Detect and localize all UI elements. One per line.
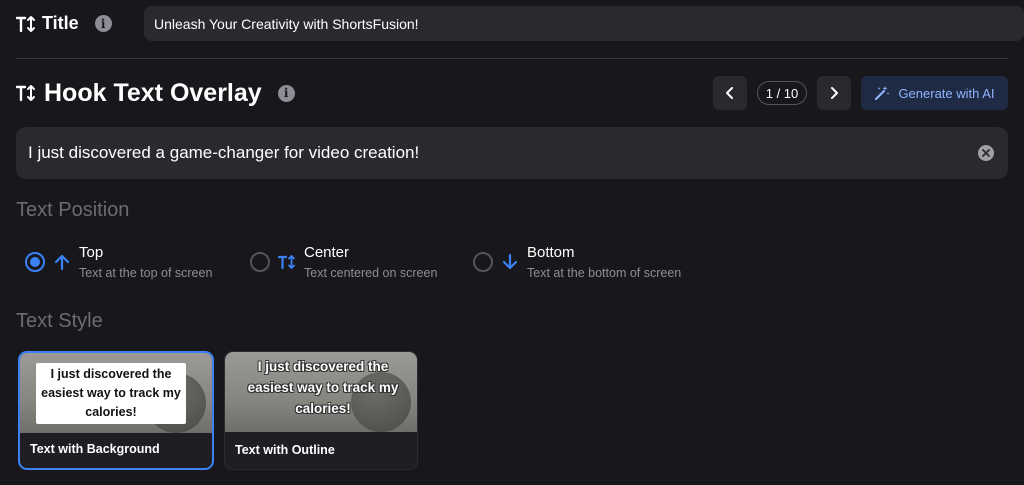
style-card-background[interactable]: I just discovered the easiest way to tra… (18, 351, 214, 470)
radio-top[interactable] (25, 252, 45, 272)
style-preview: I just discovered the easiest way to tra… (225, 352, 417, 432)
radio-bottom[interactable] (473, 252, 493, 272)
text-position-heading: Text Position (16, 199, 130, 221)
arrow-up-icon (54, 254, 70, 271)
position-label: Center (304, 244, 350, 261)
style-caption: Text with Background (30, 442, 160, 456)
info-icon[interactable]: i (94, 15, 112, 32)
style-caption: Text with Outline (235, 443, 335, 457)
position-option-bottom[interactable]: Bottom Text at the bottom of screen (473, 243, 681, 283)
vertical-text-icon (278, 255, 295, 270)
magic-wand-icon (875, 86, 890, 101)
position-description: Text at the top of screen (79, 266, 213, 280)
radio-center[interactable] (250, 252, 270, 272)
clear-icon[interactable] (978, 145, 994, 161)
style-preview: I just discovered the easiest way to tra… (20, 353, 212, 433)
title-label: Title (42, 13, 79, 33)
position-label: Bottom (527, 244, 575, 261)
arrow-down-icon (502, 253, 518, 270)
hook-text-value: I just discovered a game-changer for vid… (28, 143, 420, 162)
chevron-left-icon (726, 87, 733, 99)
pager-indicator: 1 / 10 (757, 81, 807, 105)
page: Title i Unleash Your Creativity with Sho… (0, 0, 1024, 485)
text-style-heading: Text Style (16, 310, 103, 332)
generate-label: Generate with AI (898, 85, 995, 101)
position-description: Text centered on screen (304, 266, 438, 280)
text-height-icon (16, 15, 35, 32)
title-input[interactable]: Unleash Your Creativity with ShortsFusio… (144, 6, 1024, 41)
generate-with-ai-button[interactable]: Generate with AI (861, 76, 1008, 110)
preview-text: I just discovered the easiest way to tra… (36, 363, 186, 424)
title-row: Title i Unleash Your Creativity with Sho… (16, 6, 1024, 41)
preview-text: I just discovered the easiest way to tra… (247, 359, 399, 416)
hook-header: Hook Text Overlay i 1 / 10 Generate with… (16, 75, 1008, 111)
hook-controls: 1 / 10 Generate with AI (713, 75, 1008, 111)
info-icon[interactable]: i (277, 84, 295, 102)
close-icon (982, 149, 990, 157)
position-option-top[interactable]: Top Text at the top of screen (25, 243, 212, 283)
style-card-outline[interactable]: I just discovered the easiest way to tra… (224, 351, 418, 470)
position-option-center[interactable]: Center Text centered on screen (250, 243, 437, 283)
previous-button[interactable] (713, 76, 747, 110)
text-height-icon (16, 85, 35, 102)
next-button[interactable] (817, 76, 851, 110)
hook-text-input[interactable]: I just discovered a game-changer for vid… (16, 127, 1008, 179)
chevron-right-icon (831, 87, 838, 99)
hook-title: Hook Text Overlay (44, 78, 262, 107)
position-description: Text at the bottom of screen (527, 266, 682, 280)
position-label: Top (79, 244, 104, 261)
divider (16, 58, 1008, 59)
